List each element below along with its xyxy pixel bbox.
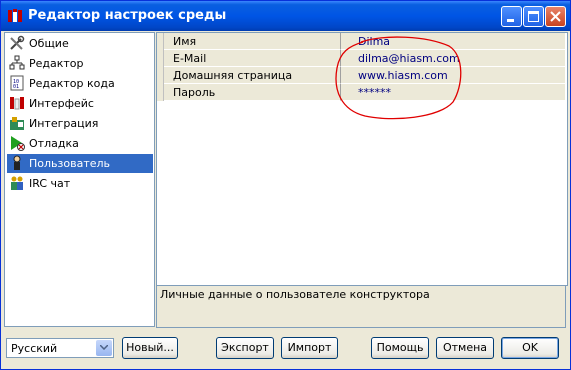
description-text: Личные данные о пользователе конструктор… bbox=[160, 288, 430, 301]
settings-window: Редактор настроек среды Общие Редактор 1… bbox=[0, 0, 571, 370]
chevron-down-icon bbox=[100, 345, 108, 350]
sidebar-item-label: Интерфейс bbox=[29, 97, 94, 110]
sidebar-item-interface[interactable]: Интерфейс bbox=[7, 94, 153, 113]
close-icon bbox=[550, 11, 561, 22]
sidebar-item-label: IRC чат bbox=[29, 177, 71, 190]
sidebar-item-debug[interactable]: Отладка bbox=[7, 134, 153, 153]
row-header bbox=[157, 67, 164, 84]
sidebar-item-label: Редактор bbox=[29, 57, 84, 70]
cancel-button[interactable]: Отмена bbox=[436, 337, 494, 359]
red-annotation-circle bbox=[335, 36, 462, 120]
row-header bbox=[157, 33, 164, 50]
sidebar-item-label: Общие bbox=[29, 37, 69, 50]
sidebar-item-label: Редактор кода bbox=[29, 77, 115, 90]
dropdown-button[interactable] bbox=[96, 340, 112, 356]
property-name: Пароль bbox=[164, 84, 341, 101]
maximize-icon bbox=[528, 11, 539, 22]
sidebar-item-label: Интеграция bbox=[29, 117, 99, 130]
integration-icon bbox=[10, 117, 24, 130]
maximize-button[interactable] bbox=[523, 6, 544, 27]
new-button[interactable]: Новый... bbox=[122, 337, 178, 359]
window-title: Редактор настроек среды bbox=[28, 8, 227, 23]
description-panel: Личные данные о пользователе конструктор… bbox=[156, 285, 566, 328]
import-button[interactable]: Импорт bbox=[281, 337, 338, 359]
title-bar[interactable]: Редактор настроек среды bbox=[1, 1, 570, 31]
sidebar-item-integration[interactable]: Интеграция bbox=[7, 114, 153, 133]
sidebar-item-code-editor[interactable]: 10 01 Редактор кода bbox=[7, 74, 153, 93]
editor-icon bbox=[9, 55, 25, 70]
sidebar-item-irc-chat[interactable]: IRC чат bbox=[7, 174, 153, 193]
tools-icon bbox=[10, 35, 25, 50]
sidebar-item-general[interactable]: Общие bbox=[7, 34, 153, 53]
settings-category-list[interactable]: Общие Редактор 10 01 Редактор кода Интерф… bbox=[4, 32, 155, 327]
sidebar-item-label: Пользователь bbox=[29, 157, 111, 170]
language-select-value: Русский bbox=[11, 342, 58, 355]
sidebar-item-user[interactable]: Пользователь bbox=[7, 154, 153, 173]
irc-chat-icon bbox=[11, 176, 23, 190]
ok-button[interactable]: OK bbox=[501, 337, 559, 359]
minimize-icon bbox=[507, 19, 514, 22]
language-select[interactable]: Русский bbox=[6, 338, 114, 358]
sidebar-item-editor[interactable]: Редактор bbox=[7, 54, 153, 73]
property-name: E-Mail bbox=[164, 50, 341, 67]
user-icon bbox=[13, 155, 21, 170]
interface-icon bbox=[10, 97, 24, 110]
help-button[interactable]: Помощь bbox=[371, 337, 429, 359]
property-name: Имя bbox=[164, 33, 341, 50]
property-name: Домашняя страница bbox=[164, 67, 341, 84]
debug-icon bbox=[11, 136, 25, 151]
close-button[interactable] bbox=[545, 6, 566, 27]
code-editor-icon: 1001 bbox=[10, 75, 24, 91]
svg-text:01: 01 bbox=[13, 84, 19, 90]
export-button[interactable]: Экспорт bbox=[216, 337, 274, 359]
app-icon bbox=[8, 9, 22, 22]
sidebar-item-label: Отладка bbox=[29, 137, 79, 150]
row-header bbox=[157, 50, 164, 67]
row-header bbox=[157, 84, 164, 101]
minimize-button[interactable] bbox=[501, 6, 522, 27]
